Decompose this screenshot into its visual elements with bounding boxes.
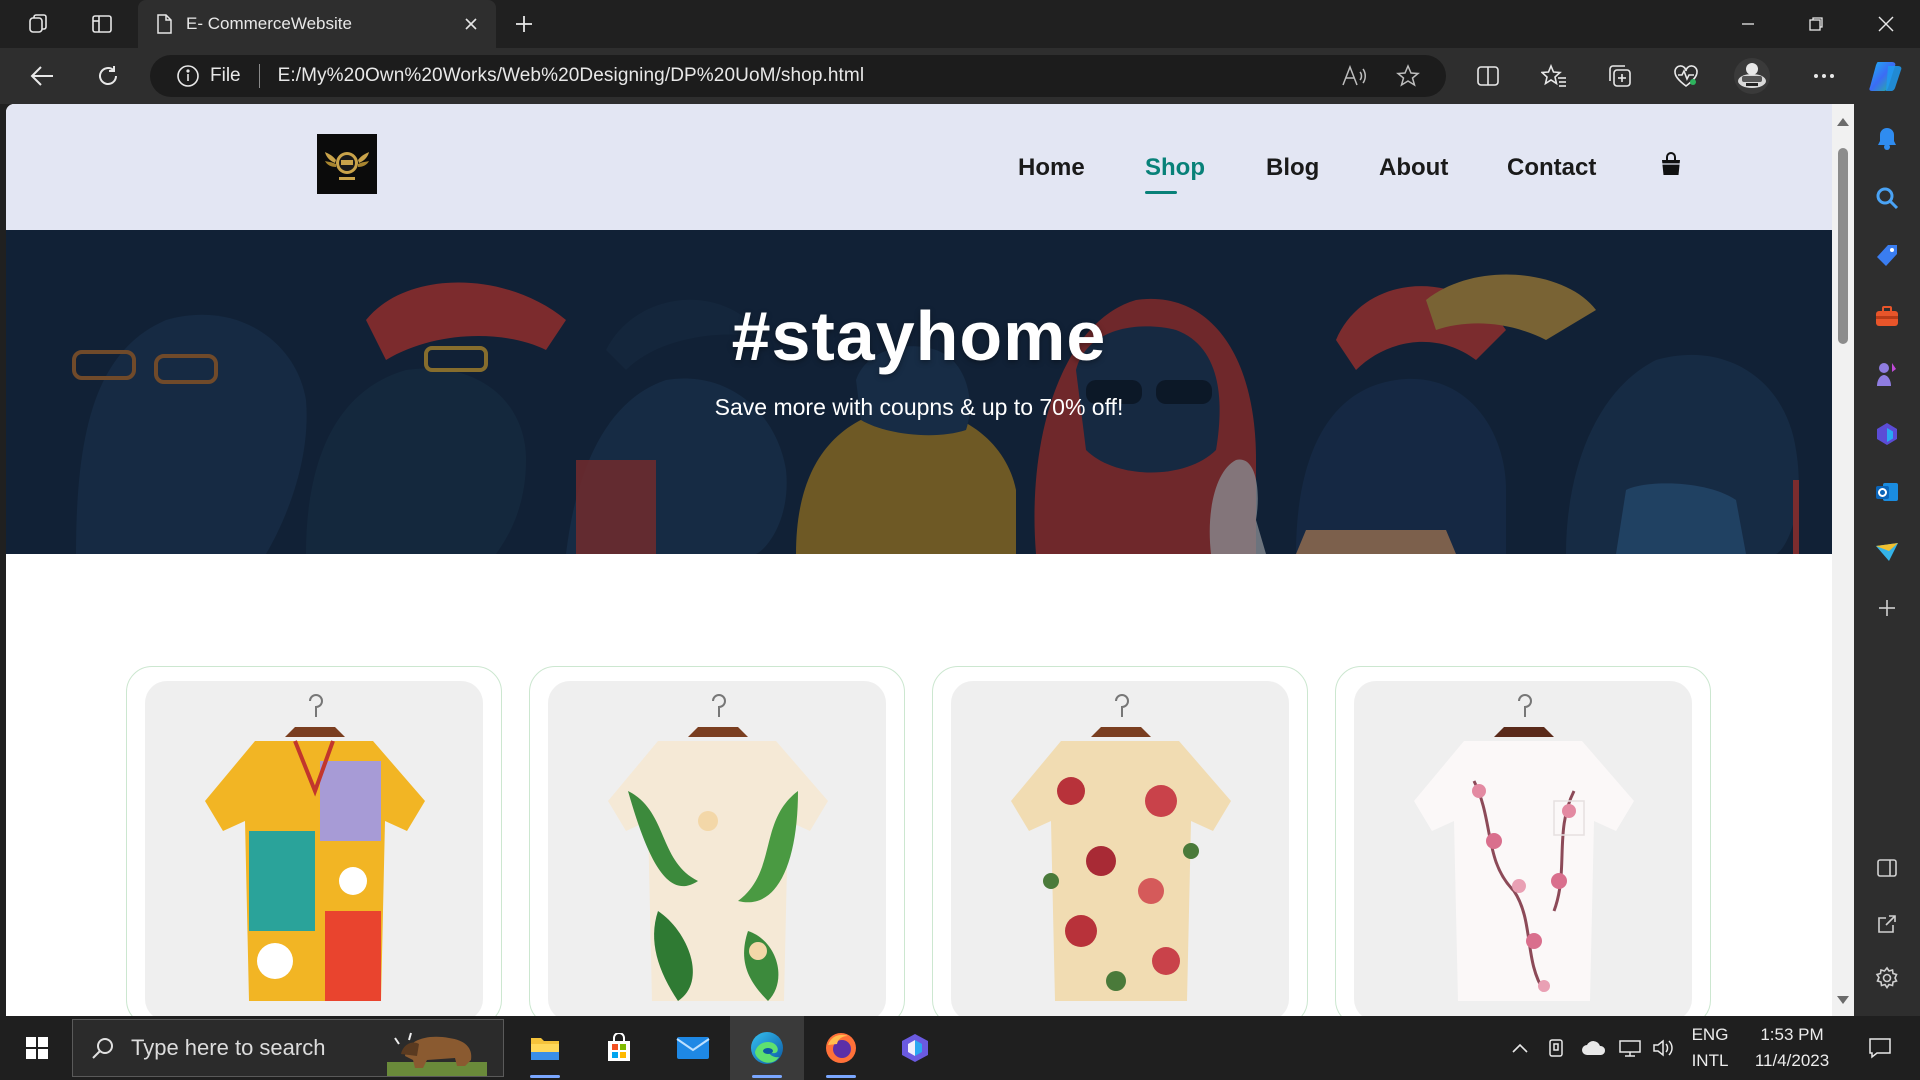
nav-blog[interactable]: Blog bbox=[1266, 154, 1319, 182]
browser-essentials-icon[interactable] bbox=[1656, 48, 1716, 104]
meet-now-icon[interactable] bbox=[1540, 1016, 1574, 1080]
windows-taskbar: Type here to search ENG INTL 1:53 PM 11/… bbox=[0, 1016, 1920, 1080]
firefox-icon[interactable] bbox=[804, 1016, 878, 1080]
games-icon[interactable] bbox=[1863, 350, 1911, 398]
product-image[interactable] bbox=[951, 681, 1289, 1016]
running-indicator bbox=[826, 1075, 856, 1078]
address-separator bbox=[258, 64, 260, 88]
edge-browser-icon[interactable] bbox=[730, 1016, 804, 1080]
input-language-indicator[interactable]: ENG INTL bbox=[1680, 1022, 1740, 1074]
favorite-star-icon[interactable] bbox=[1386, 55, 1430, 97]
site-info-icon[interactable] bbox=[176, 64, 200, 88]
send-drop-icon[interactable] bbox=[1863, 528, 1911, 576]
keyboard-layout: INTL bbox=[1691, 1051, 1729, 1070]
edge-sidebar bbox=[1854, 104, 1920, 1016]
vertical-tabs-icon[interactable] bbox=[78, 0, 126, 48]
hero-subtitle: Save more with coupns & up to 70% off! bbox=[714, 394, 1124, 420]
search-icon bbox=[91, 1036, 115, 1060]
open-external-icon[interactable] bbox=[1863, 900, 1911, 948]
product-image[interactable] bbox=[1354, 681, 1692, 1016]
close-tab-icon[interactable] bbox=[464, 17, 478, 31]
address-bar[interactable]: File E:/My%20Own%20Works/Web%20Designing… bbox=[150, 55, 1446, 97]
network-icon[interactable] bbox=[1612, 1016, 1648, 1080]
protocol-label: File bbox=[210, 65, 241, 86]
workspaces-icon[interactable] bbox=[14, 0, 62, 48]
more-options-icon[interactable] bbox=[1794, 48, 1854, 104]
close-window-icon[interactable] bbox=[1852, 0, 1920, 48]
product-image[interactable] bbox=[145, 681, 483, 1016]
scrollbar-thumb[interactable] bbox=[1838, 148, 1848, 344]
nav-about[interactable]: About bbox=[1379, 154, 1448, 182]
outlook-icon[interactable] bbox=[1863, 468, 1911, 516]
read-aloud-icon[interactable] bbox=[1332, 55, 1376, 97]
collections-icon[interactable] bbox=[1590, 48, 1650, 104]
nav-contact[interactable]: Contact bbox=[1507, 154, 1596, 182]
url-text[interactable]: E:/My%20Own%20Works/Web%20Designing/DP%2… bbox=[278, 65, 1446, 87]
search-icon[interactable] bbox=[1863, 174, 1911, 222]
nav-active-underline bbox=[1145, 191, 1177, 194]
clock-date: 11/4/2023 bbox=[1754, 1051, 1830, 1070]
clock-time: 1:53 PM bbox=[1760, 1025, 1824, 1044]
add-sidebar-app-icon[interactable] bbox=[1863, 584, 1911, 632]
page-scrollbar[interactable] bbox=[1832, 104, 1854, 1016]
site-header: Home Shop Blog About Contact bbox=[6, 104, 1832, 230]
page-icon bbox=[156, 14, 172, 34]
site-logo[interactable] bbox=[317, 134, 377, 194]
microsoft-store-icon[interactable] bbox=[582, 1016, 656, 1080]
restore-icon[interactable] bbox=[1782, 0, 1850, 48]
power-automate-icon[interactable] bbox=[878, 1016, 952, 1080]
browser-tab-bar: E- CommerceWebsite bbox=[0, 0, 1920, 48]
nav-shop[interactable]: Shop bbox=[1145, 154, 1205, 182]
show-hidden-icons-chevron-icon[interactable] bbox=[1504, 1016, 1536, 1080]
notification-center-icon[interactable] bbox=[1852, 1016, 1908, 1080]
running-indicator bbox=[752, 1075, 782, 1078]
split-screen-icon[interactable] bbox=[1458, 48, 1518, 104]
scroll-up-arrow[interactable] bbox=[1837, 118, 1849, 126]
copilot-icon[interactable] bbox=[1856, 48, 1916, 104]
tools-briefcase-icon[interactable] bbox=[1863, 292, 1911, 340]
tab-title: E- CommerceWebsite bbox=[186, 14, 352, 33]
volume-icon[interactable] bbox=[1646, 1016, 1680, 1080]
new-tab-icon[interactable] bbox=[500, 0, 548, 48]
windows-start-icon[interactable] bbox=[0, 1016, 74, 1080]
file-explorer-icon[interactable] bbox=[508, 1016, 582, 1080]
nav-home[interactable]: Home bbox=[1018, 154, 1085, 182]
page-viewport: Home Shop Blog About Contact #stayhome S… bbox=[6, 104, 1854, 1016]
taskbar-clock[interactable]: 1:53 PM 11/4/2023 bbox=[1732, 1022, 1852, 1074]
refresh-icon[interactable] bbox=[80, 48, 136, 104]
scroll-down-arrow[interactable] bbox=[1837, 996, 1849, 1004]
product-card[interactable] bbox=[126, 666, 502, 1016]
shopping-tag-icon[interactable] bbox=[1863, 232, 1911, 280]
taskbar-search-box[interactable]: Type here to search bbox=[72, 1019, 504, 1077]
product-card[interactable] bbox=[932, 666, 1308, 1016]
hero-illustration bbox=[6, 230, 1832, 554]
hide-sidebar-icon[interactable] bbox=[1863, 844, 1911, 892]
minimize-icon[interactable] bbox=[1714, 0, 1782, 48]
favorites-icon[interactable] bbox=[1524, 48, 1584, 104]
active-tab[interactable]: E- CommerceWebsite bbox=[138, 0, 496, 48]
bell-icon[interactable] bbox=[1863, 114, 1911, 162]
microsoft-365-icon[interactable] bbox=[1863, 410, 1911, 458]
product-card[interactable] bbox=[1335, 666, 1711, 1016]
language-code: ENG bbox=[1691, 1025, 1729, 1044]
settings-gear-icon[interactable] bbox=[1863, 954, 1911, 1002]
back-icon[interactable] bbox=[14, 48, 70, 104]
shopping-bag-icon[interactable] bbox=[1658, 151, 1684, 177]
running-indicator bbox=[530, 1075, 560, 1078]
product-image[interactable] bbox=[548, 681, 886, 1016]
search-highlight-bison-icon bbox=[387, 1026, 487, 1076]
hero-banner: #stayhome Save more with coupns & up to … bbox=[6, 230, 1832, 554]
profile-avatar[interactable] bbox=[1722, 48, 1782, 104]
search-placeholder: Type here to search bbox=[131, 1035, 326, 1060]
mail-icon[interactable] bbox=[656, 1016, 730, 1080]
product-card[interactable] bbox=[529, 666, 905, 1016]
hero-title: #stayhome bbox=[731, 297, 1107, 375]
onedrive-cloud-icon[interactable] bbox=[1576, 1016, 1612, 1080]
